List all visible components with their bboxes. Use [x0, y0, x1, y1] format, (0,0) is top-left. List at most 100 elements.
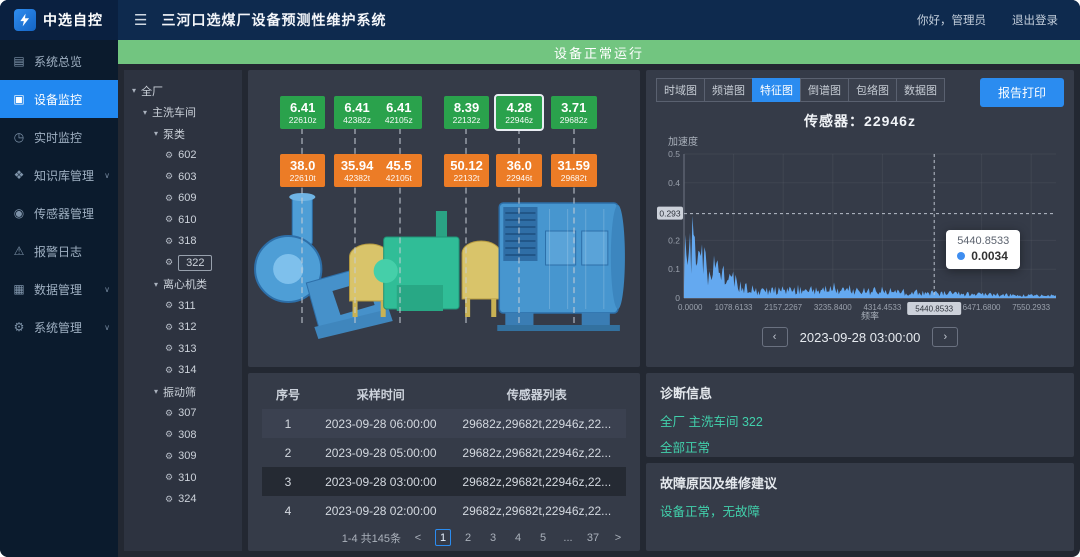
- badge-cell: 38.022610t: [282, 158, 323, 184]
- page-button[interactable]: 1: [435, 529, 451, 546]
- chart-tooltip: 5440.8533 0.0034: [946, 230, 1020, 269]
- diagnosis-location-link[interactable]: 全厂 主洗车间 322: [660, 411, 1060, 430]
- chart-tab[interactable]: 时域图: [656, 78, 705, 102]
- sidebar-item-system-manage[interactable]: ⚙系统管理∨: [0, 308, 118, 346]
- next-page-button[interactable]: >: [610, 529, 626, 546]
- table-body: 12023-09-28 06:00:0029682z,29682t,22946z…: [262, 409, 626, 525]
- device-monitor-icon: ▣: [12, 92, 26, 106]
- sidebar-item-overview[interactable]: ▤系统总览: [0, 42, 118, 80]
- green-sensor-badge[interactable]: 6.4122610z: [280, 96, 325, 129]
- logo-text: 中选自控: [43, 10, 103, 30]
- tree-node[interactable]: ⚙610: [128, 209, 238, 231]
- table-row[interactable]: 22023-09-28 05:00:0029682z,29682t,22946z…: [262, 438, 626, 467]
- table-row[interactable]: 12023-09-28 06:00:0029682z,29682t,22946z…: [262, 409, 626, 438]
- tree-node[interactable]: ⚙603: [128, 166, 238, 188]
- tree-node-label: 309: [178, 450, 196, 462]
- sensor-id: 29682z: [553, 115, 595, 126]
- tree-node[interactable]: ⚙324: [128, 489, 238, 511]
- sidebar-item-realtime-monitor[interactable]: ◷实时监控: [0, 118, 118, 156]
- tree-node-label: 311: [178, 300, 196, 312]
- tree-node[interactable]: ⚙ 311: [128, 295, 238, 317]
- chart-tab[interactable]: 倒谱图: [800, 78, 849, 102]
- tree-node[interactable]: ⚙308: [128, 424, 238, 446]
- badge-cell: 8.3922132z: [446, 100, 487, 126]
- tree-node[interactable]: ⚙310: [128, 467, 238, 489]
- table-cell: 1: [262, 409, 314, 438]
- gear-icon: ⚙: [165, 300, 173, 311]
- page-button[interactable]: 5: [535, 529, 551, 546]
- sensor-id: 42382z: [336, 115, 378, 126]
- badge-cell: 45.542105t: [378, 158, 420, 184]
- print-report-button[interactable]: 报告打印: [980, 78, 1064, 107]
- page-button[interactable]: 37: [585, 529, 601, 546]
- sidebar-item-knowledge-base[interactable]: ❖知识库管理∨: [0, 156, 118, 194]
- tree-node[interactable]: ▾ 全厂: [128, 80, 238, 102]
- green-sensor-badge[interactable]: 6.4142382z6.4142105z: [334, 96, 421, 129]
- chart-tab[interactable]: 频谱图: [704, 78, 753, 102]
- tree-node[interactable]: ▾离心机类: [128, 274, 238, 296]
- chart-tab[interactable]: 特征图: [752, 78, 801, 102]
- chart-tab[interactable]: 包络图: [848, 78, 897, 102]
- tree-node[interactable]: ▾主洗车间: [128, 102, 238, 124]
- tree-node[interactable]: ▾振动筛: [128, 381, 238, 403]
- green-sensor-badge[interactable]: 3.7129682z: [551, 96, 597, 129]
- tree-node-label: 310: [178, 472, 196, 484]
- orange-sensor-badge[interactable]: 50.1222132t: [444, 154, 489, 187]
- table-cell: 29682z,29682t,22946z,22...: [448, 496, 626, 525]
- collapse-menu-icon[interactable]: ☰: [134, 11, 147, 29]
- orange-sensor-badge[interactable]: 31.5929682t: [551, 154, 597, 187]
- sidebar-item-label: 系统管理: [34, 319, 82, 336]
- page-button[interactable]: 3: [485, 529, 501, 546]
- table-row[interactable]: 32023-09-28 03:00:0029682z,29682t,22946z…: [262, 467, 626, 496]
- page-button[interactable]: 4: [510, 529, 526, 546]
- tree-node[interactable]: ⚙609: [128, 188, 238, 210]
- sidebar: ▤系统总览▣设备监控◷实时监控❖知识库管理∨◉传感器管理⚠报警日志▦数据管理∨ ⚙…: [0, 40, 118, 557]
- caret-down-icon: ▾: [132, 86, 136, 95]
- table-row[interactable]: 42023-09-28 02:00:0029682z,29682t,22946z…: [262, 496, 626, 525]
- knowledge-base-icon: ❖: [12, 168, 26, 182]
- logout-link[interactable]: 退出登录: [1012, 12, 1058, 28]
- tree-node[interactable]: ⚙322: [128, 252, 238, 274]
- prev-page-button[interactable]: <: [410, 529, 426, 546]
- prev-date-button[interactable]: ‹: [762, 327, 788, 347]
- data-manage-icon: ▦: [12, 282, 26, 296]
- orange-sensor-badge[interactable]: 38.022610t: [280, 154, 325, 187]
- gear-icon: ⚙: [165, 408, 173, 419]
- tree-node-label: 全厂: [141, 83, 163, 99]
- tree-node[interactable]: ⚙312: [128, 317, 238, 339]
- tree-node-label: 泵类: [163, 126, 185, 142]
- green-sensor-badge[interactable]: 4.2822946z: [496, 96, 542, 129]
- table-cell: 2023-09-28 05:00:00: [314, 438, 448, 467]
- tree-node[interactable]: ⚙313: [128, 338, 238, 360]
- user-greeting[interactable]: 你好，管理员: [917, 12, 986, 28]
- orange-sensor-badge[interactable]: 35.9442382t45.542105t: [334, 154, 421, 187]
- tree-node[interactable]: ⚙307: [128, 403, 238, 425]
- tree-node[interactable]: ⚙309: [128, 446, 238, 468]
- system-manage-icon: ⚙: [12, 320, 26, 334]
- x-tick-label: 2157.2267: [764, 303, 802, 312]
- page-button[interactable]: 2: [460, 529, 476, 546]
- tree-node-label: 离心机类: [163, 276, 207, 292]
- next-date-button[interactable]: ›: [932, 327, 958, 347]
- sidebar-item-alarm-log[interactable]: ⚠报警日志: [0, 232, 118, 270]
- lightning-logo-icon: [14, 9, 36, 31]
- fault-advice-link[interactable]: 设备正常，无故障: [660, 501, 1060, 520]
- diagnosis-status-link[interactable]: 全部正常: [660, 437, 1060, 456]
- table-cell: 2023-09-28 03:00:00: [314, 467, 448, 496]
- sidebar-item-device-monitor[interactable]: ▣设备监控: [0, 80, 118, 118]
- tree-node-label: 610: [178, 214, 196, 226]
- sensor-value: 36.0: [498, 158, 540, 173]
- tree-node[interactable]: ▾泵类: [128, 123, 238, 145]
- tree-node[interactable]: ⚙602: [128, 145, 238, 167]
- chart-tab[interactable]: 数据图: [896, 78, 945, 102]
- samples-table: 序号采样时间传感器列表 12023-09-28 06:00:0029682z,2…: [262, 379, 626, 525]
- green-sensor-badge[interactable]: 8.3922132z: [444, 96, 489, 129]
- tree-node[interactable]: ⚙314: [128, 360, 238, 382]
- sensor-value: 3.71: [553, 100, 595, 115]
- tree-node[interactable]: ⚙318: [128, 231, 238, 253]
- sidebar-item-sensor-manage[interactable]: ◉传感器管理: [0, 194, 118, 232]
- y-tick-label: 0.2: [668, 235, 680, 245]
- sidebar-item-data-manage[interactable]: ▦数据管理∨: [0, 270, 118, 308]
- orange-sensor-badge[interactable]: 36.022946t: [496, 154, 542, 187]
- gear-icon: ⚙: [165, 150, 173, 161]
